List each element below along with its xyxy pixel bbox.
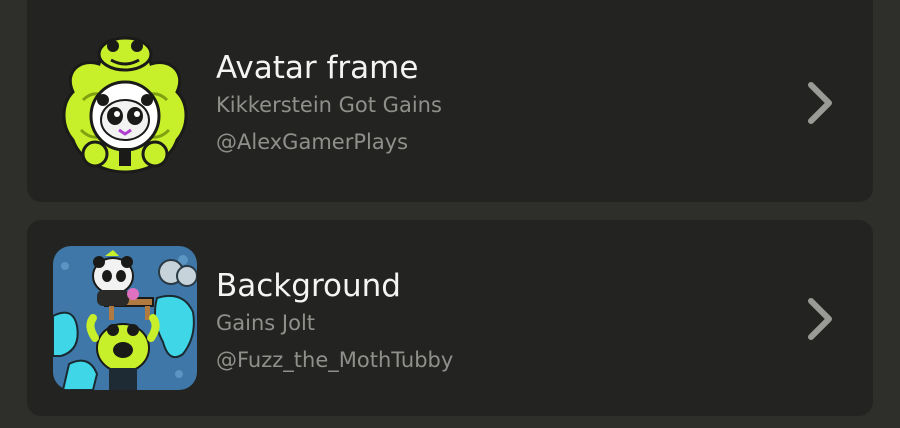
background-card[interactable]: Background Gains Jolt @Fuzz_the_MothTubb… [27, 220, 873, 416]
items-page: Avatar frame Kikkerstein Got Gains @Alex… [0, 0, 900, 428]
item-type-label: Background [216, 268, 401, 304]
item-type-label: Avatar frame [216, 50, 419, 86]
creator-handle: @Fuzz_the_MothTubby [216, 348, 454, 372]
avatar-frame-card[interactable]: Avatar frame Kikkerstein Got Gains @Alex… [27, 0, 873, 202]
frog-avatar-frame-icon [53, 30, 197, 174]
background-text: Background Gains Jolt @Fuzz_the_MothTubb… [216, 266, 453, 374]
chevron-right-icon [805, 297, 837, 341]
item-name: Kikkerstein Got Gains [216, 93, 442, 117]
item-name: Gains Jolt [216, 311, 316, 335]
panda-frog-background-icon [53, 246, 197, 390]
avatar-frame-text: Avatar frame Kikkerstein Got Gains @Alex… [216, 48, 442, 156]
chevron-right-icon [805, 81, 837, 125]
creator-handle: @AlexGamerPlays [216, 130, 409, 154]
